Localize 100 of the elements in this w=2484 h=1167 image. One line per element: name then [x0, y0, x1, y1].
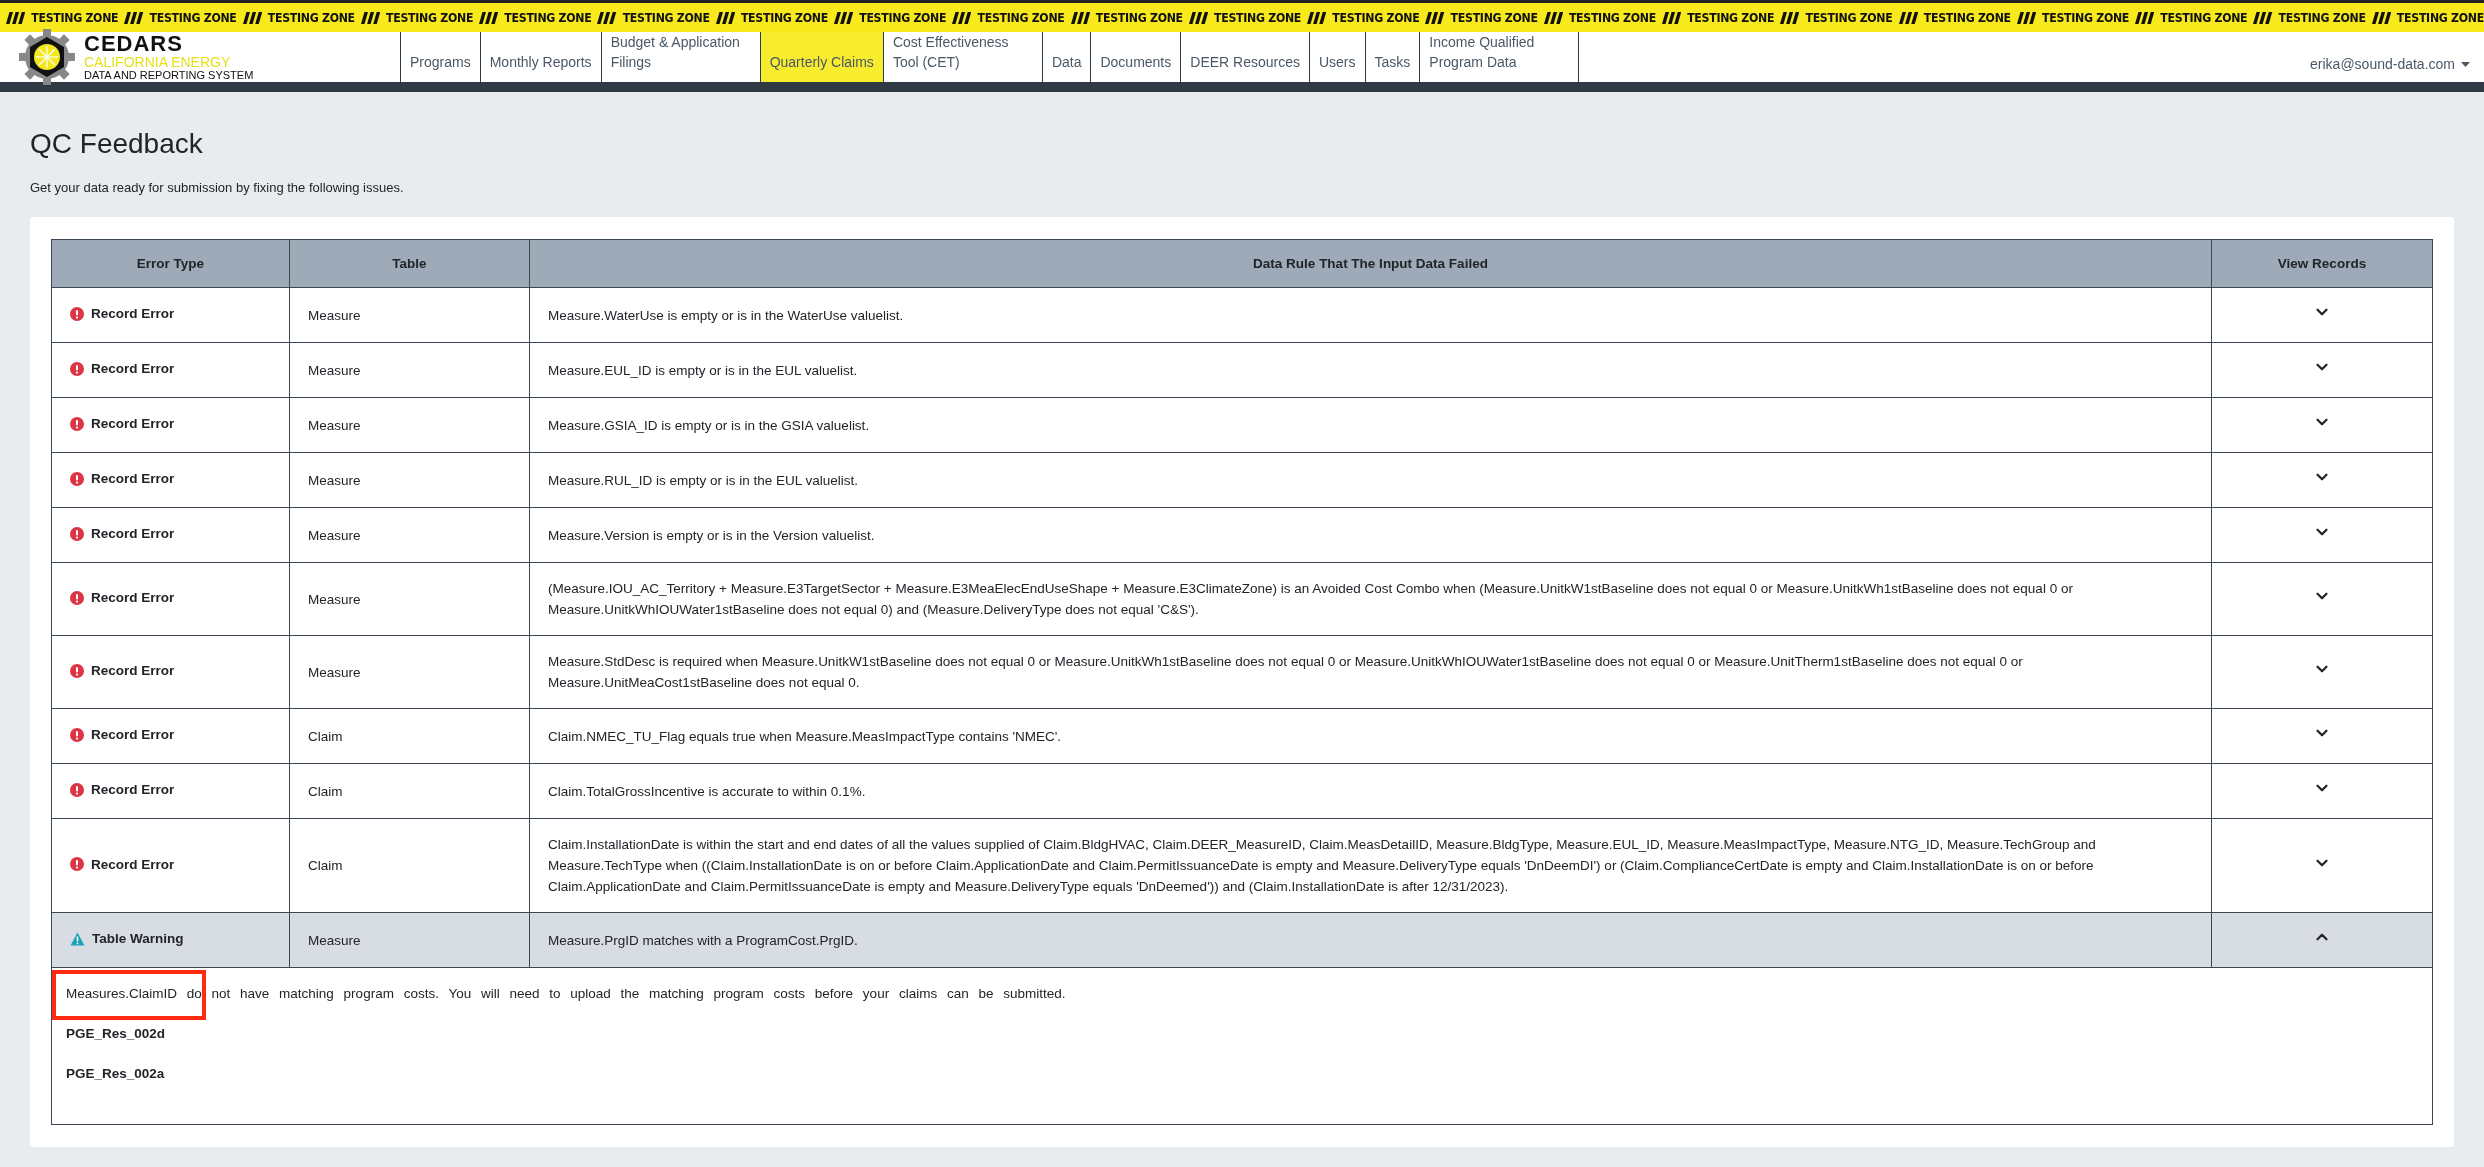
banner-text: TESTING ZONE [1332, 10, 1420, 25]
page-title: QC Feedback [30, 128, 204, 160]
user-menu[interactable]: erika@sound-data.com [2310, 32, 2484, 82]
rule-cell: Measure.GSIA_ID is empty or is in the GSIA valuelist. [529, 397, 2212, 453]
banner-text: TESTING ZONE [386, 10, 474, 25]
logo-title: CEDARS [84, 33, 184, 55]
table-cell: Measure [289, 287, 530, 343]
table-cell: Measure [289, 397, 530, 453]
banner-text: TESTING ZONE [1923, 10, 2011, 25]
error-type: Record Error [91, 470, 175, 489]
error-type: Record Error [91, 525, 175, 544]
banner-text: TESTING ZONE [149, 10, 237, 25]
table-cell: Measure [289, 507, 530, 563]
error-type: Record Error [91, 855, 175, 874]
banner-text: TESTING ZONE [267, 10, 355, 25]
rule-cell: Claim.InstallationDate is within the start and end dates of all the values supplied of Claim.BldgHVAC, Claim.DEER_MeasureID, Claim.MeasDetailID, Measure.BldgType, Measure.EUL_ID, Measure.MeasImpactType, Measure.NTG_ID, Measure.TechGroup and Measure.TechType when ((Claim.InstallationDate is on or before Claim.ApplicationDate and Claim.PermitIssuanceDate is empty and Measure.DeliveryType equals 'DnDeemDI') or (Claim.ComplianceCertDate is empty and Claim.InstallationDate is on or before Claim.ApplicationDate and Claim.PermitIssuanceDate is empty and Measure.DeliveryType equals 'DnDeemed')) and (Claim.InstallationDate is after 12/31/2023). [529, 818, 2212, 913]
logo-subtitle: CALIFORNIA ENERGY [84, 55, 232, 69]
banner-text: TESTING ZONE [1568, 10, 1656, 25]
column-header: Error Type [51, 239, 290, 288]
rule-cell: Measure.PrgID matches with a ProgramCost.PrgID. [529, 912, 2212, 968]
error-icon [70, 471, 84, 486]
banner-text: TESTING ZONE [2160, 10, 2248, 25]
column-header: Table [289, 239, 530, 288]
stripes-icon [2016, 10, 2036, 25]
error-icon [70, 663, 84, 678]
error-icon [70, 590, 84, 605]
error-icon [70, 416, 84, 431]
banner-text: TESTING ZONE [859, 10, 947, 25]
banner-text: TESTING ZONE [2278, 10, 2366, 25]
rule-cell: Claim.NMEC_TU_Flag equals true when Measure.MeasImpactType contains 'NMEC'. [529, 708, 2212, 764]
rule-cell: Measure.Version is empty or is in the Version valuelist. [529, 507, 2212, 563]
banner-text: TESTING ZONE [622, 10, 710, 25]
record-id: PGE_Res_002a [66, 1065, 166, 1083]
banner-text: TESTING ZONE [1214, 10, 1302, 25]
table-cell: Measure [289, 342, 530, 398]
error-icon [70, 306, 84, 321]
stripes-icon [1425, 10, 1445, 25]
column-header: View Records [2211, 239, 2433, 288]
stripes-icon [1070, 10, 1090, 25]
error-type: Record Error [91, 662, 175, 681]
stripes-icon [1543, 10, 1563, 25]
table-cell: Measure [289, 452, 530, 508]
rule-cell: Claim.TotalGrossIncentive is accurate to within 0.1%. [529, 763, 2212, 819]
error-type: Table Warning [92, 930, 184, 949]
error-type: Record Error [91, 781, 175, 800]
stripes-icon [479, 10, 499, 25]
banner-text: TESTING ZONE [2396, 10, 2484, 25]
banner-text: TESTING ZONE [1687, 10, 1775, 25]
banner-text: TESTING ZONE [1805, 10, 1893, 25]
stripes-icon [1188, 10, 1209, 25]
stripes-icon [833, 10, 854, 25]
stripes-icon [1661, 10, 1682, 25]
rule-cell: Measure.StdDesc is required when Measure.UnitkW1stBaseline does not equal 0 or Measure.UnitkWh1stBaseline does not equal 0 or Measure.UnitkWhIOUWater1stBaseline does not equal 0 or Measure.UnitTherm1stBaseline does not equal 0 or Measure.UnitMeaCost1stBaseline does not equal 0. [529, 635, 2212, 709]
error-type: Record Error [91, 360, 175, 379]
error-type: Record Error [91, 305, 175, 324]
table-cell: Claim [289, 763, 530, 819]
stripes-icon [952, 10, 972, 25]
banner-text: TESTING ZONE [1095, 10, 1183, 25]
error-type: Record Error [91, 589, 175, 608]
banner-text: TESTING ZONE [31, 10, 119, 25]
banner-text: TESTING ZONE [2042, 10, 2130, 25]
stripes-icon [597, 10, 617, 25]
banner-text: TESTING ZONE [504, 10, 592, 25]
rule-cell: (Measure.IOU_AC_Territory + Measure.E3TargetSector + Measure.E3MeaElecEndUseShape + Measure.E3ClimateZone) is an Avoided Cost Combo when (Measure.UnitkW1stBaseline does not equal 0 or Measure.UnitkWh1stBaseline does not equal 0 or Measure.UnitkWhIOUWater1stBaseline does not equal 0) and (Measure.DeliveryType does not equal 'C&S'). [529, 562, 2212, 636]
table-cell: Measure [289, 562, 530, 636]
rule-cell: Measure.WaterUse is empty or is in the WaterUse valuelist. [529, 287, 2212, 343]
column-header: Data Rule That The Input Data Failed [529, 239, 2212, 288]
error-icon [70, 361, 84, 376]
banner-text: TESTING ZONE [740, 10, 828, 25]
table-cell: Claim [289, 818, 530, 913]
stripes-icon [1898, 10, 1918, 25]
table-cell: Claim [289, 708, 530, 764]
table-cell: Measure [289, 912, 530, 968]
stripes-icon [242, 10, 262, 25]
error-icon [70, 782, 84, 797]
stripes-icon [1307, 10, 1327, 25]
record-id: PGE_Res_002d [66, 1025, 167, 1043]
nav-tab[interactable]: Income Qualified Program Data [1419, 32, 1580, 82]
nav-tab[interactable]: Quarterly Claims [759, 32, 883, 82]
logo-tagline: DATA AND REPORTING SYSTEM [84, 70, 254, 81]
stripes-icon [6, 10, 26, 25]
rule-cell: Measure.RUL_ID is empty or is in the EUL valuelist. [529, 452, 2212, 508]
stripes-icon [360, 10, 381, 25]
stripes-icon [2253, 10, 2273, 25]
stripes-icon [1780, 10, 1800, 25]
page-subtitle: Get your data ready for submission by fixing the following issues. [30, 180, 405, 195]
caret-icon [2461, 61, 2470, 67]
error-type: Record Error [91, 415, 175, 434]
warning-icon [70, 931, 85, 946]
stripes-icon [2135, 10, 2155, 25]
stripes-icon [124, 10, 144, 25]
table-cell: Measure [289, 635, 530, 709]
stripes-icon [715, 10, 735, 25]
stripes-icon [2371, 10, 2391, 25]
details-message: Measures.ClaimID do not have matching program costs. You will need to upload the matching program costs before your claims can be submitted. [66, 985, 1067, 1003]
error-icon [70, 857, 84, 872]
banner-text: TESTING ZONE [977, 10, 1065, 25]
banner-text: TESTING ZONE [1450, 10, 1538, 25]
error-icon [70, 727, 84, 742]
rule-cell: Measure.EUL_ID is empty or is in the EUL valuelist. [529, 342, 2212, 398]
